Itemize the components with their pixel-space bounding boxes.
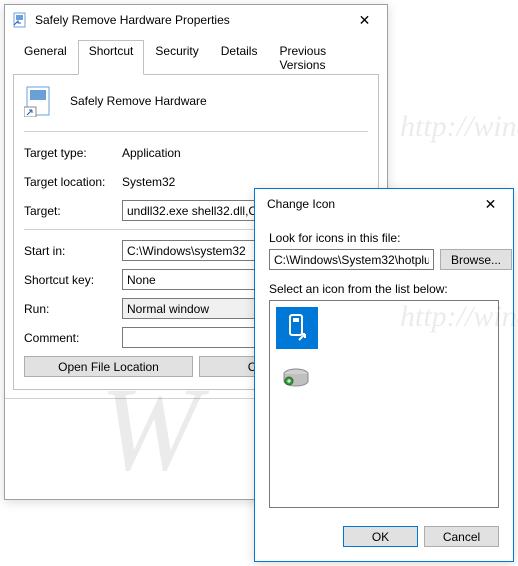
tab-strip: General Shortcut Security Details Previo… <box>13 39 379 75</box>
icon-option-usb-eject[interactable] <box>276 307 318 349</box>
select-icon-label: Select an icon from the list below: <box>269 282 499 296</box>
tab-general[interactable]: General <box>13 40 78 75</box>
tab-previous-versions[interactable]: Previous Versions <box>268 40 379 75</box>
label-target-type: Target type: <box>24 146 122 160</box>
label-start-in: Start in: <box>24 244 122 258</box>
label-run: Run: <box>24 302 122 316</box>
close-button[interactable]: ✕ <box>342 5 387 35</box>
icon-path-input[interactable] <box>269 249 434 270</box>
watermark: http://winae <box>400 110 518 144</box>
shortcut-file-icon <box>13 12 29 28</box>
change-icon-dialog: Change Icon ✕ Look for icons in this fil… <box>254 188 514 562</box>
shortcut-large-icon <box>24 85 56 117</box>
icon-list[interactable] <box>269 300 499 508</box>
icon-option-drive-eject[interactable] <box>276 357 318 399</box>
tab-details[interactable]: Details <box>210 40 269 75</box>
browse-button[interactable]: Browse... <box>440 249 512 270</box>
tab-security[interactable]: Security <box>144 40 209 75</box>
shortcut-name: Safely Remove Hardware <box>70 94 207 108</box>
dialog-body: Look for icons in this file: Browse... S… <box>255 219 513 514</box>
value-target-type: Application <box>122 146 181 160</box>
dialog-titlebar: Change Icon ✕ <box>255 189 513 219</box>
drive-eject-icon <box>281 362 313 394</box>
tab-shortcut[interactable]: Shortcut <box>78 40 145 75</box>
window-title: Safely Remove Hardware Properties <box>35 13 342 27</box>
look-for-icons-label: Look for icons in this file: <box>269 231 499 245</box>
titlebar: Safely Remove Hardware Properties ✕ <box>5 5 387 35</box>
label-target-location: Target location: <box>24 175 122 189</box>
label-shortcut-key: Shortcut key: <box>24 273 122 287</box>
dialog-close-button[interactable]: ✕ <box>468 189 513 219</box>
dialog-cancel-button[interactable]: Cancel <box>424 526 499 547</box>
dialog-footer: OK Cancel <box>255 514 513 559</box>
open-file-location-button[interactable]: Open File Location <box>24 356 193 377</box>
usb-eject-icon <box>281 312 313 344</box>
label-comment: Comment: <box>24 331 122 345</box>
label-target: Target: <box>24 204 122 218</box>
value-target-location: System32 <box>122 175 175 189</box>
dialog-ok-button[interactable]: OK <box>343 526 418 547</box>
dialog-title: Change Icon <box>263 197 468 211</box>
